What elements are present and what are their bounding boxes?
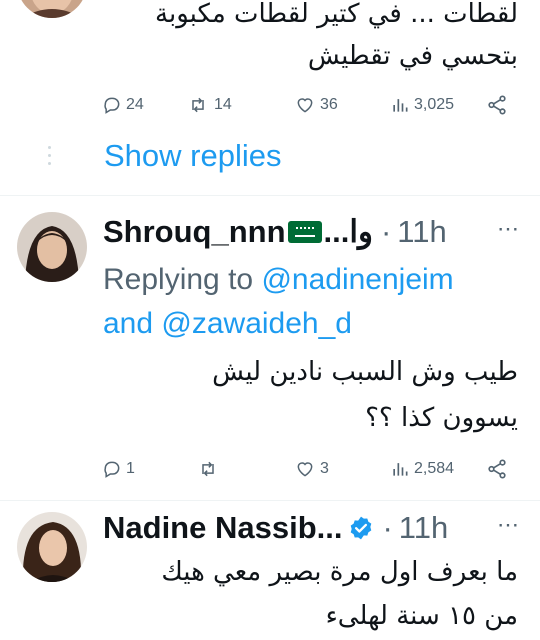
share-button[interactable]: [486, 456, 508, 482]
tweet3-header: Nadine Nassib... · 11h: [103, 510, 448, 546]
author-name[interactable]: Shrouq_nnn: [103, 214, 286, 250]
divider: [0, 500, 540, 501]
timestamp[interactable]: 11h: [399, 510, 448, 546]
heart-icon: [297, 98, 313, 113]
share-button[interactable]: [486, 92, 508, 118]
views-button[interactable]: 2,584: [390, 456, 454, 482]
separator-dot: ·: [382, 510, 393, 545]
more-icon[interactable]: ⋯: [497, 512, 520, 538]
reply-icon: [104, 97, 120, 114]
show-replies-link[interactable]: Show replies: [104, 138, 281, 174]
retweet-button[interactable]: 14: [186, 92, 232, 118]
views-icon: [393, 463, 408, 476]
avatar-tweet1[interactable]: [17, 0, 87, 18]
timestamp[interactable]: 11h: [397, 214, 446, 250]
and-text: and: [103, 307, 154, 340]
reply-count: 24: [126, 96, 144, 113]
more-icon[interactable]: ⋯: [497, 216, 520, 242]
retweet-button[interactable]: [196, 456, 224, 482]
divider: [0, 195, 540, 196]
share-icon: [488, 459, 506, 479]
replying-to: Replying to @nadinenjeim and @zawaideh_d: [103, 258, 454, 346]
tweet2-text-line: طيب وش السبب نادين ليش: [212, 357, 518, 387]
verified-badge-icon: [351, 516, 372, 540]
like-count: 3: [320, 460, 329, 477]
reply-button[interactable]: 24: [102, 92, 144, 118]
views-icon: [393, 99, 408, 112]
reply-icon: [104, 461, 120, 478]
tweet2-text-line: يسوون كذا ؟؟: [365, 403, 518, 433]
tweet1-text: لقطات ... في كتير لقطات مكبوبة بتحسي في …: [155, 0, 518, 76]
mention-link[interactable]: @nadinenjeim: [261, 263, 453, 296]
heart-icon: [297, 462, 313, 477]
tweet2-actions: 1 3 2,584: [100, 456, 520, 482]
reply-count: 1: [126, 460, 135, 477]
tweet3-text-line: من ١٥ سنة لهلىء: [325, 601, 518, 631]
views-count: 2,584: [414, 460, 455, 477]
tweet2-header: Shrouq_nnn وا... · 11h: [103, 214, 447, 250]
separator-dot: ·: [380, 214, 392, 249]
tweet3-text-line: ما بعرف اول مرة بصير معي هيك: [161, 557, 518, 587]
tweet1-actions: 24 14 36 3,025: [100, 92, 520, 118]
like-button[interactable]: 36: [294, 92, 338, 118]
reply-button[interactable]: 1: [102, 456, 135, 482]
replying-prefix: Replying to: [103, 263, 254, 296]
tweet2-text: طيب وش السبب نادين ليش يسوون كذا ؟؟: [212, 352, 518, 438]
avatar-shrouq[interactable]: [17, 212, 87, 282]
views-count: 3,025: [414, 96, 455, 113]
mention-link[interactable]: @zawaideh_d: [161, 307, 352, 340]
retweet-icon: [202, 461, 214, 477]
like-count: 36: [320, 96, 338, 113]
share-icon: [488, 95, 506, 115]
thread-connector: [48, 146, 52, 170]
tweet1-text-line: بتحسي في تقطيش: [307, 41, 518, 71]
author-name-suffix[interactable]: وا...: [324, 214, 373, 250]
views-button[interactable]: 3,025: [390, 92, 454, 118]
tweet3-text: ما بعرف اول مرة بصير معي هيك من ١٥ سنة ل…: [161, 552, 518, 636]
author-name[interactable]: Nadine Nassib...: [103, 510, 342, 546]
avatar-nadine[interactable]: [17, 512, 87, 582]
retweet-icon: [192, 97, 204, 113]
tweet1-text-line: لقطات ... في كتير لقطات مكبوبة: [155, 0, 518, 29]
retweet-count: 14: [214, 96, 232, 113]
like-button[interactable]: 3: [294, 456, 329, 482]
saudi-flag-icon: [287, 221, 322, 243]
